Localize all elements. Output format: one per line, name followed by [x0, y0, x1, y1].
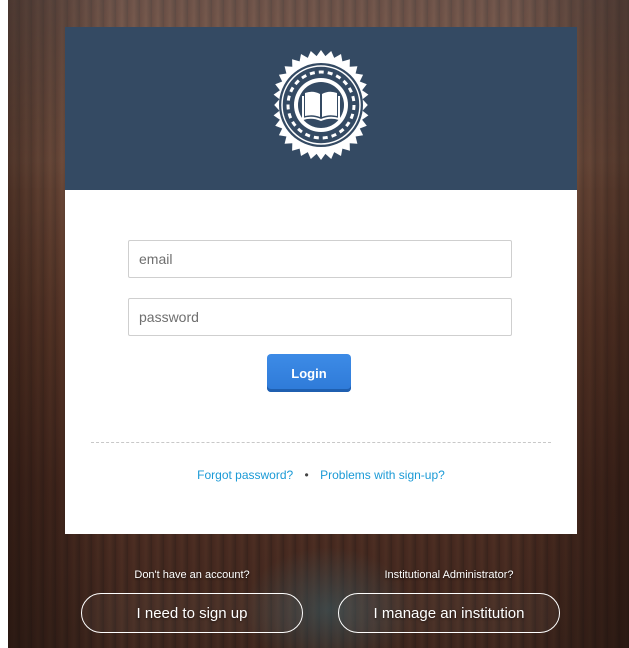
problems-signup-link[interactable]: Problems with sign-up?	[320, 468, 445, 482]
signup-prompt: Don't have an account?	[134, 569, 250, 581]
login-button[interactable]: Login	[267, 354, 351, 392]
card-header	[65, 27, 577, 190]
login-card: Login Forgot password? • Problems with s…	[65, 27, 577, 534]
link-separator: •	[304, 468, 309, 482]
book-seal-icon	[273, 50, 369, 160]
password-field[interactable]	[128, 298, 512, 336]
manage-institution-button[interactable]: I manage an institution	[338, 593, 560, 633]
institution-prompt: Institutional Administrator?	[384, 569, 514, 581]
sign-up-button[interactable]: I need to sign up	[81, 593, 303, 633]
email-field[interactable]	[128, 240, 512, 278]
help-links: Forgot password? • Problems with sign-up…	[65, 468, 577, 482]
forgot-password-link[interactable]: Forgot password?	[197, 468, 293, 482]
divider	[91, 442, 551, 443]
